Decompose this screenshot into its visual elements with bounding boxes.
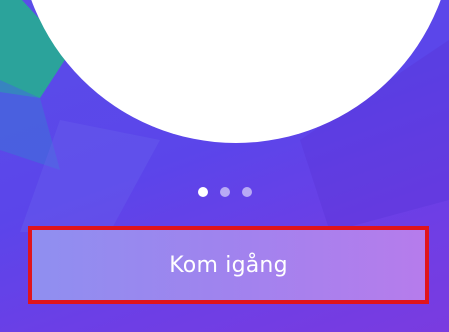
page-indicator [0, 186, 449, 198]
page-dot[interactable] [241, 187, 252, 197]
page-dot[interactable] [219, 187, 230, 197]
get-started-label: Kom igång [169, 252, 288, 278]
get-started-button[interactable]: Kom igång [28, 226, 429, 304]
onboarding-screen: Kom igång [0, 0, 449, 332]
page-dot-active[interactable] [197, 187, 208, 197]
